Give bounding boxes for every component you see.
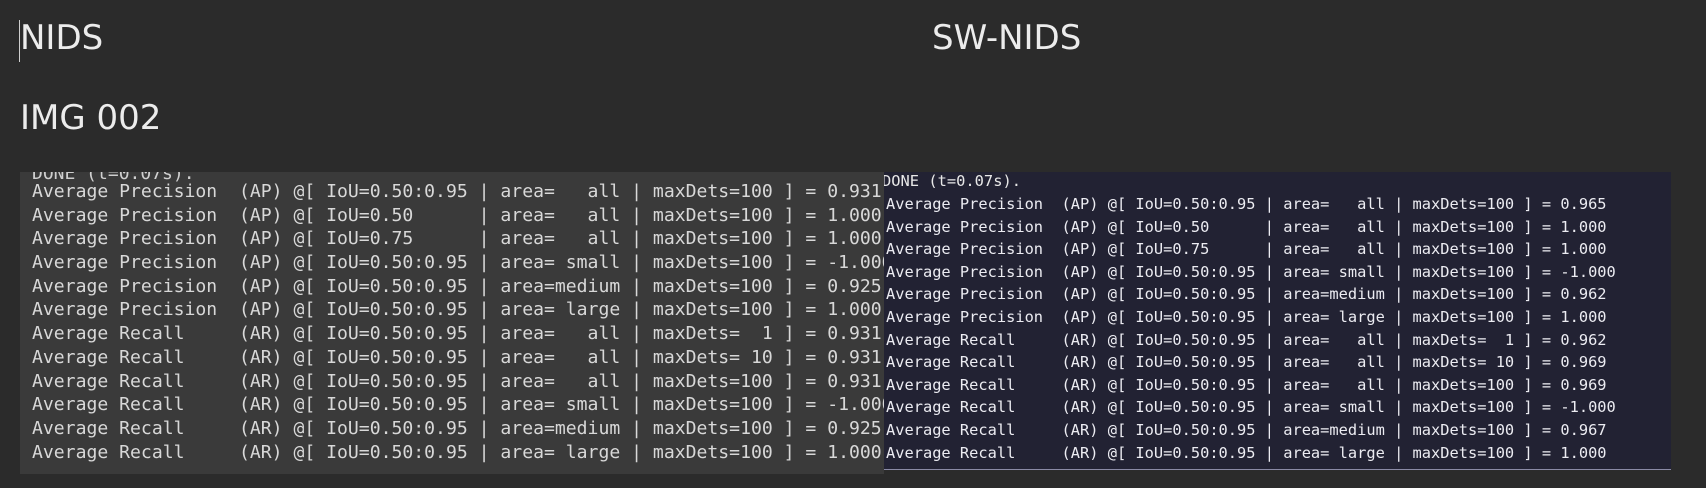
metric-line: Average Recall (AR) @[ IoU=0.50:0.95 | a… <box>886 353 1607 372</box>
done-line: DONE (t=0.07s). <box>884 172 1021 190</box>
metric-line: Average Recall (AR) @[ IoU=0.50:0.95 | a… <box>886 420 1607 439</box>
metric-line: Average Precision (AP) @[ IoU=0.50 | are… <box>32 204 882 226</box>
metric-line: Average Precision (AP) @[ IoU=0.50:0.95 … <box>886 285 1607 304</box>
metric-line: Average Recall (AR) @[ IoU=0.50:0.95 | a… <box>886 443 1607 462</box>
heading-nids: NIDS <box>20 18 104 58</box>
metric-line: Average Precision (AP) @[ IoU=0.50:0.95 … <box>886 195 1607 213</box>
heading-image-label: IMG 002 <box>20 98 162 138</box>
divider-line <box>884 469 1671 470</box>
metric-line: Average Recall (AR) @[ IoU=0.50:0.95 | a… <box>32 346 882 368</box>
nids-metrics-list: Average Precision (AP) @[ IoU=0.50:0.95 … <box>32 180 884 464</box>
nids-results-screenshot: DONE (t=0.07s). Average Precision (AP) @… <box>20 172 884 474</box>
metric-line: Average Precision (AP) @[ IoU=0.50:0.95 … <box>32 299 882 321</box>
heading-sw-nids: SW-NIDS <box>932 18 1082 58</box>
metric-line: Average Recall (AR) @[ IoU=0.50:0.95 | a… <box>32 441 882 463</box>
metric-line: Average Precision (AP) @[ IoU=0.50:0.95 … <box>32 275 882 297</box>
metric-line: Average Recall (AR) @[ IoU=0.50:0.95 | a… <box>32 370 882 392</box>
sw-nids-metrics-list: Average Precision (AP) @[ IoU=0.50:0.95 … <box>886 193 1616 464</box>
metric-line: Average Precision (AP) @[ IoU=0.50 | are… <box>886 217 1607 236</box>
metric-line: Average Precision (AP) @[ IoU=0.50:0.95 … <box>886 307 1607 326</box>
metric-line: Average Precision (AP) @[ IoU=0.75 | are… <box>32 228 882 250</box>
metric-line: Average Recall (AR) @[ IoU=0.50:0.95 | a… <box>886 330 1607 349</box>
metric-line: Average Precision (AP) @[ IoU=0.50:0.95 … <box>32 252 884 274</box>
metric-line: Average Precision (AP) @[ IoU=0.50:0.95 … <box>32 181 882 202</box>
metric-line: Average Precision (AP) @[ IoU=0.50:0.95 … <box>886 262 1616 281</box>
metric-line: Average Recall (AR) @[ IoU=0.50:0.95 | a… <box>886 398 1616 417</box>
sw-nids-results-screenshot: DONE (t=0.07s). Average Precision (AP) @… <box>884 172 1671 470</box>
metric-line: Average Recall (AR) @[ IoU=0.50:0.95 | a… <box>32 323 882 345</box>
metric-line: Average Recall (AR) @[ IoU=0.50:0.95 | a… <box>32 394 884 416</box>
metric-line: Average Recall (AR) @[ IoU=0.50:0.95 | a… <box>886 375 1607 394</box>
metric-line: Average Recall (AR) @[ IoU=0.50:0.95 | a… <box>32 417 882 439</box>
metric-line: Average Precision (AP) @[ IoU=0.75 | are… <box>886 240 1607 259</box>
